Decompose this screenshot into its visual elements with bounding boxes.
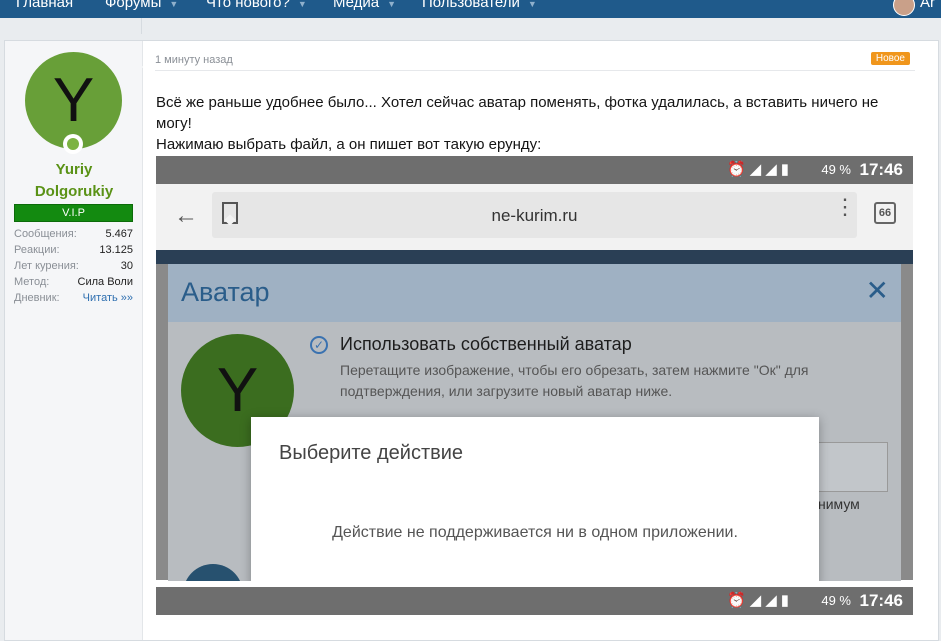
stat-diary: Дневник: Читать »» xyxy=(14,292,133,308)
battery-percent: 49 % xyxy=(821,162,851,177)
stat-value: 5.467 xyxy=(105,228,133,240)
post-arrow xyxy=(142,59,150,75)
stat-label: Лет курения: xyxy=(14,260,79,272)
dialog-title: Аватар xyxy=(181,277,270,307)
stat-messages: Сообщения: 5.467 xyxy=(14,228,133,244)
stat-reactions: Реакции: 13.125 xyxy=(14,244,133,260)
stat-value: Сила Воли xyxy=(77,276,133,288)
sub-bar xyxy=(0,18,941,34)
url-text: ne-kurim.ru xyxy=(491,206,578,225)
username-line2: Dolgorukiy xyxy=(34,183,114,200)
nav-whats-new[interactable]: Что нового? ▼ xyxy=(206,0,307,11)
chevron-down-icon: ▼ xyxy=(297,0,307,9)
nav-members[interactable]: Пользователи ▼ xyxy=(422,0,537,11)
stat-label: Метод: xyxy=(14,276,50,288)
username[interactable]: Yuriy Dolgorukiy xyxy=(5,159,143,203)
user-title-badge: V.I.P xyxy=(14,204,133,222)
check-circle-icon: ✓ xyxy=(310,336,328,354)
divider xyxy=(155,70,915,71)
stat-method: Метод: Сила Воли xyxy=(14,276,133,292)
chevron-down-icon: ▼ xyxy=(169,0,179,9)
tab-count-icon: 66 xyxy=(874,202,896,224)
top-navigation: Главная Форумы ▼ Что нового? ▼ Медиа ▼ Поль… xyxy=(0,0,941,18)
choose-action-modal: Выберите действие Действие не поддержива… xyxy=(251,417,819,581)
account-name[interactable]: Ar xyxy=(920,0,935,11)
menu-dots-icon: ⋮ xyxy=(834,196,856,218)
post-timestamp[interactable]: 1 минуту назад xyxy=(155,54,233,66)
clock: 17:46 xyxy=(859,591,903,610)
modal-title: Выберите действие xyxy=(279,442,464,464)
stat-value: 13.125 xyxy=(99,244,133,256)
attached-screenshot[interactable]: ⏰◢◢▮ 49 % 17:46 ← ne-kurim.ru ⋮ 66 Авата… xyxy=(156,156,913,581)
phone-status-bar-bottom: ⏰◢◢▮ 49 % 17:46 xyxy=(156,587,913,615)
option-title: Использовать собственный аватар xyxy=(340,334,632,354)
option-description: Перетащите изображение, чтобы его обреза… xyxy=(340,362,809,399)
stat-smoking-years: Лет курения: 30 xyxy=(14,260,133,276)
stat-value: 30 xyxy=(120,260,133,272)
nav-media[interactable]: Медиа ▼ xyxy=(333,0,396,11)
modal-message: Действие не поддерживается ни в одном пр… xyxy=(332,524,738,541)
stat-label: Дневник: xyxy=(14,292,60,304)
nav-forums[interactable]: Форумы ▼ xyxy=(105,0,178,11)
username-line1: Yuriy xyxy=(55,161,93,178)
post-body: Всё же раньше удобнее было... Хотел сейч… xyxy=(156,92,911,155)
user-panel: Y Yuriy Dolgorukiy V.I.P Сообщения: 5.467… xyxy=(5,41,143,640)
page-header-strip xyxy=(156,250,913,264)
stat-label: Реакции: xyxy=(14,244,60,256)
new-badge: Новое xyxy=(870,52,910,65)
avatar-thumbnail xyxy=(183,564,243,581)
dialog-header xyxy=(168,264,901,322)
online-status-icon xyxy=(63,134,83,154)
post-text-line: Нажимаю выбрать файл, а он пишет вот так… xyxy=(156,136,542,153)
diary-link[interactable]: Читать »» xyxy=(83,292,133,304)
forum-post: Y Yuriy Dolgorukiy V.I.P Сообщения: 5.467… xyxy=(4,40,939,641)
minimum-text: нимум xyxy=(818,496,860,512)
browser-toolbar: ← ne-kurim.ru ⋮ 66 xyxy=(156,184,913,250)
chevron-down-icon: ▼ xyxy=(387,0,397,9)
close-icon: ✕ xyxy=(865,275,889,306)
chevron-down-icon: ▼ xyxy=(527,0,537,9)
stat-label: Сообщения: xyxy=(14,228,77,240)
clock: 17:46 xyxy=(859,160,903,179)
nav-home[interactable]: Главная xyxy=(16,0,73,11)
account-avatar[interactable] xyxy=(893,0,915,16)
status-icons: ⏰◢◢▮ xyxy=(726,161,793,178)
divider xyxy=(141,18,142,34)
post-text-line: Всё же раньше удобнее было... Хотел сейч… xyxy=(156,94,879,132)
status-icons: ⏰◢◢▮ xyxy=(726,592,793,609)
phone-status-bar: ⏰◢◢▮ 49 % 17:46 xyxy=(156,156,913,184)
battery-percent: 49 % xyxy=(821,593,851,608)
